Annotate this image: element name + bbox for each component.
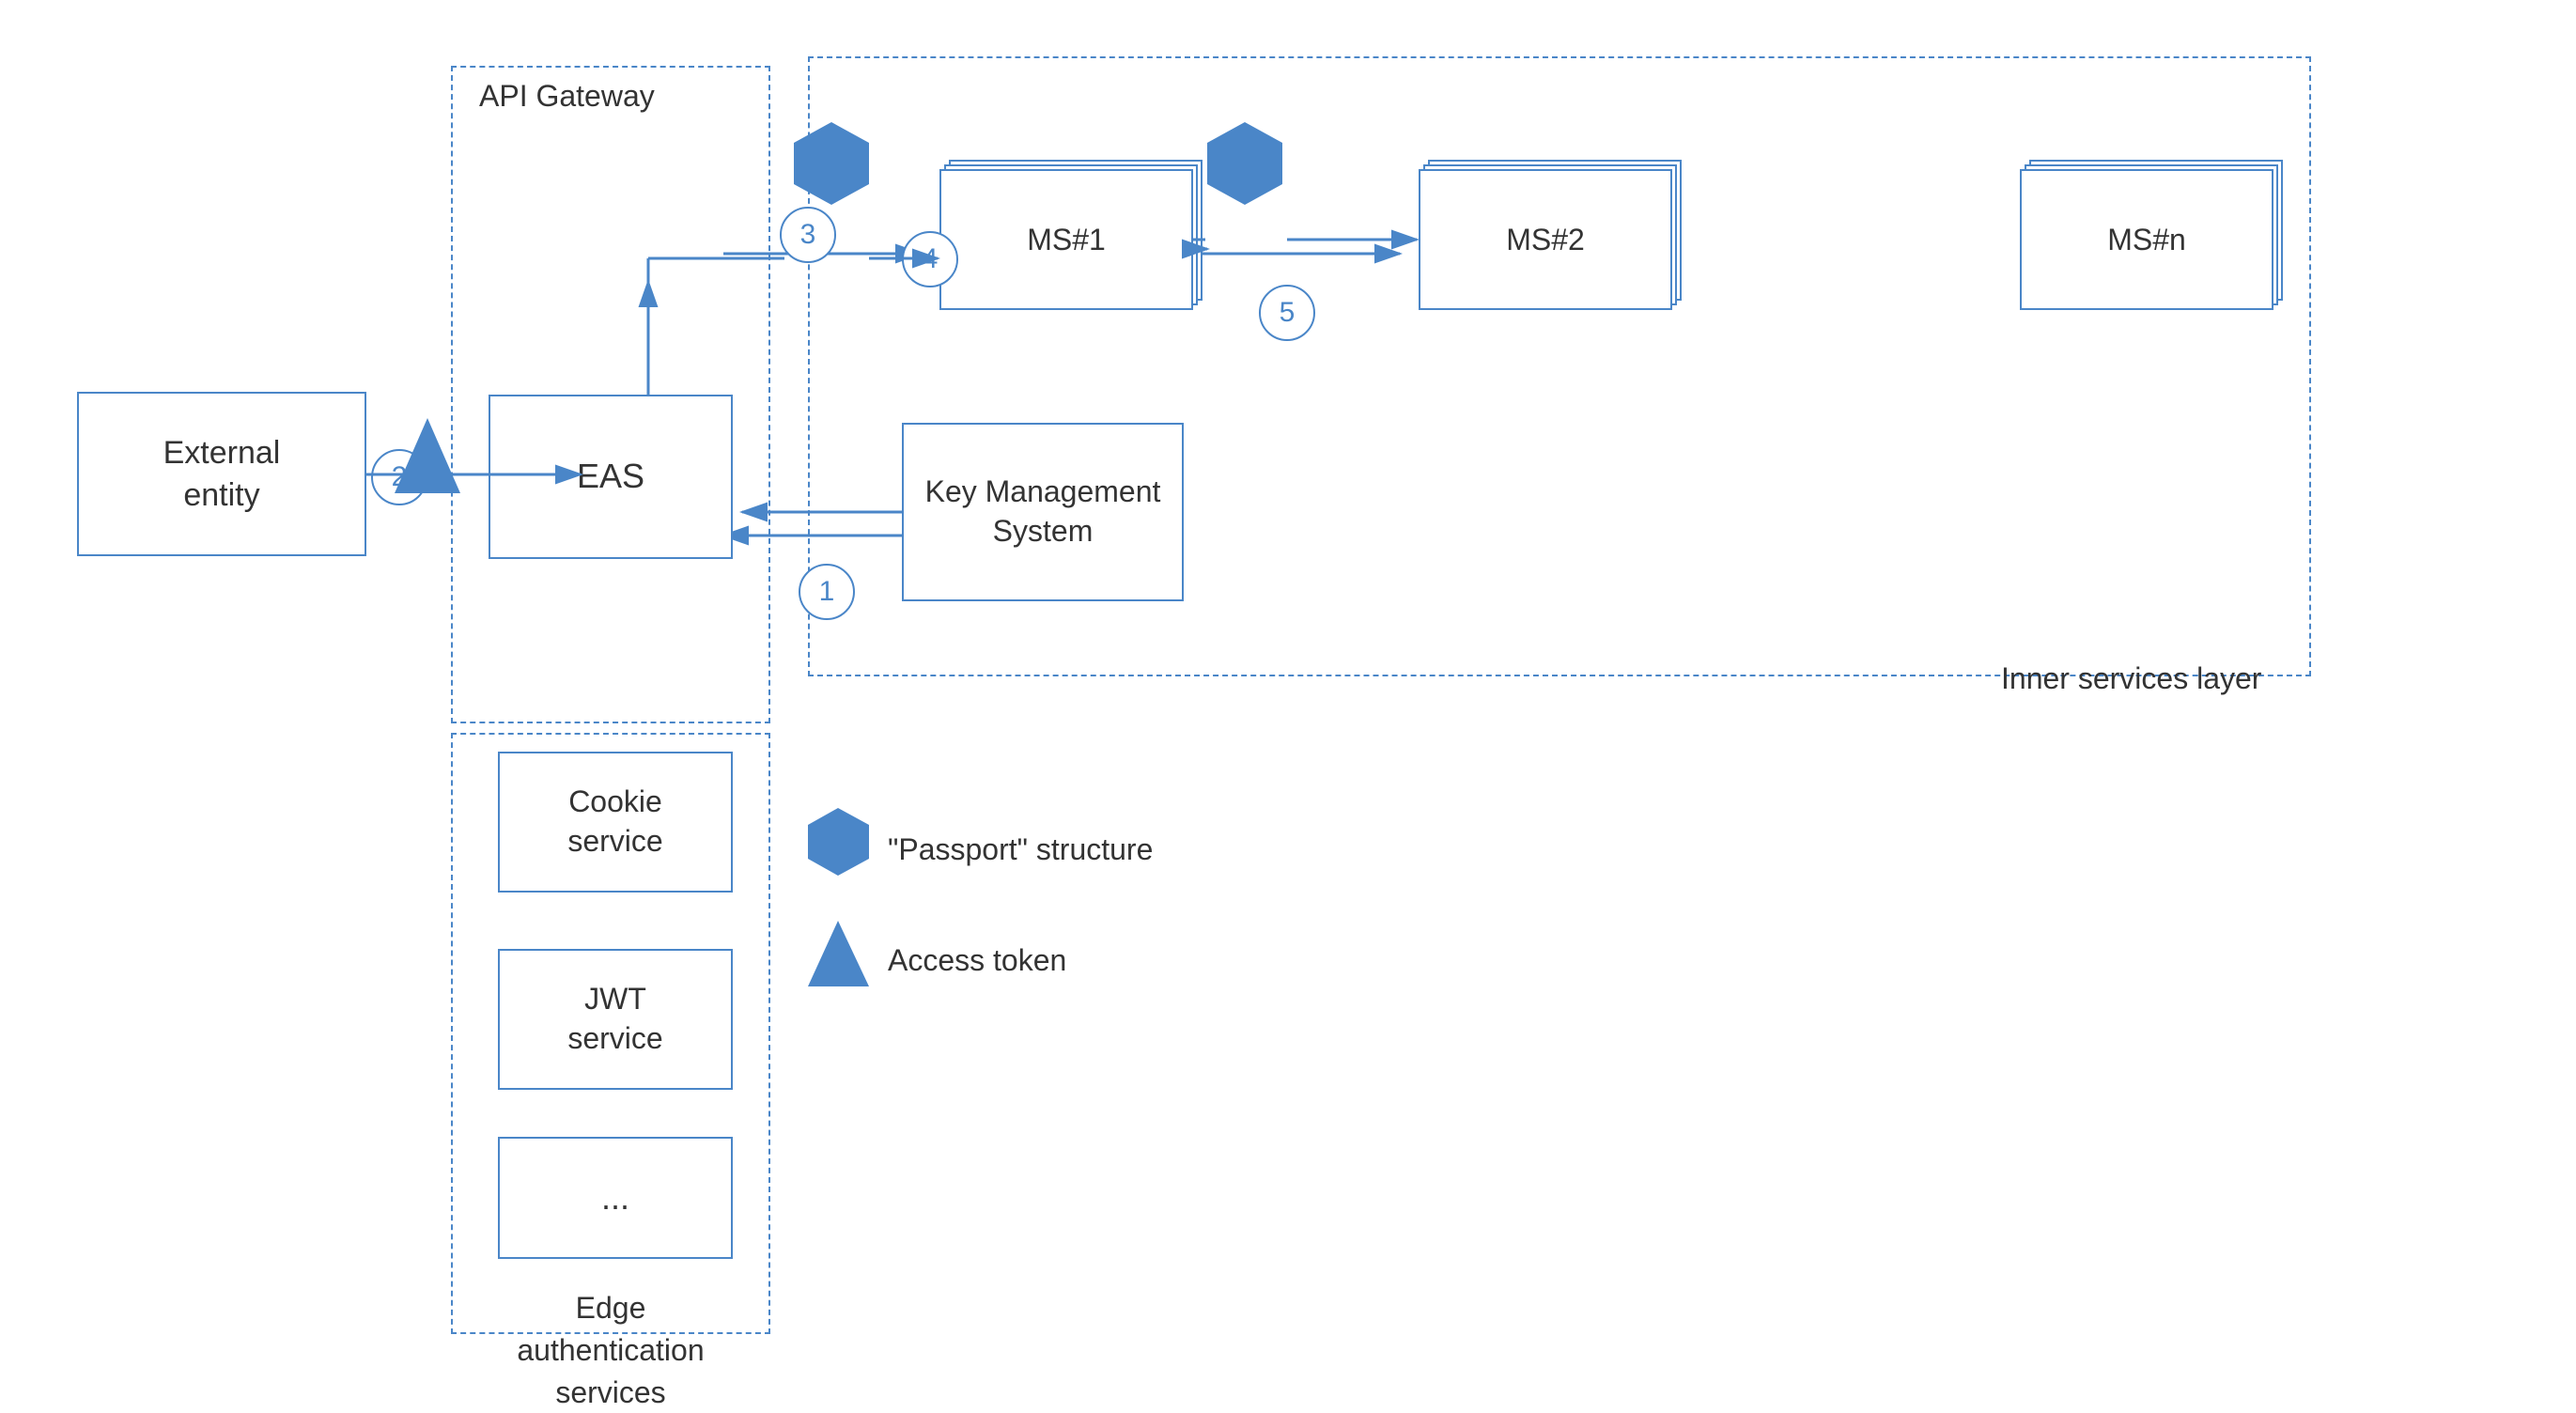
triangle-2	[395, 418, 460, 493]
hexagon-3	[794, 122, 869, 205]
num-1-label: 1	[819, 576, 835, 608]
api-gateway-label: API Gateway	[479, 75, 655, 117]
ms2-stacked: MS#2	[1419, 169, 1672, 310]
key-management-label: Key ManagementSystem	[925, 473, 1161, 551]
ms1-stacked: MS#1	[939, 169, 1193, 310]
architecture-diagram: Externalentity API Gateway EAS Inner ser…	[0, 0, 2576, 1407]
legend-hexagon	[808, 808, 869, 876]
jwt-service-box: JWTservice	[498, 949, 733, 1090]
circle-3: 3	[780, 207, 836, 263]
external-entity-box: Externalentity	[77, 392, 366, 556]
jwt-service-label: JWTservice	[567, 980, 662, 1058]
num-3-label: 3	[800, 219, 816, 251]
edge-auth-label: Edgeauthenticationservices	[460, 1287, 761, 1413]
cookie-service-box: Cookieservice	[498, 752, 733, 893]
num-4-label: 4	[923, 243, 939, 275]
hexagon-4	[1207, 122, 1282, 205]
circle-5: 5	[1259, 285, 1315, 341]
eas-label: EAS	[577, 455, 644, 499]
ms1-label: MS#1	[1027, 223, 1106, 257]
circle-4: 4	[902, 231, 958, 287]
eas-box: EAS	[489, 395, 733, 559]
key-management-box: Key ManagementSystem	[902, 423, 1184, 601]
dots-box: ...	[498, 1137, 733, 1259]
num-5-label: 5	[1280, 297, 1296, 329]
external-entity-label: Externalentity	[163, 432, 281, 515]
msn-label: MS#n	[2107, 223, 2186, 257]
legend-access-token-label: Access token	[888, 939, 1066, 982]
inner-services-label: Inner services layer	[2001, 658, 2261, 700]
ms2-label: MS#2	[1506, 223, 1585, 257]
cookie-service-label: Cookieservice	[567, 783, 662, 861]
dots-label: ...	[601, 1176, 629, 1220]
legend-triangle	[808, 921, 869, 986]
circle-1: 1	[799, 564, 855, 620]
legend-passport-label: "Passport" structure	[888, 829, 1153, 871]
msn-stacked: MS#n	[2020, 169, 2273, 310]
